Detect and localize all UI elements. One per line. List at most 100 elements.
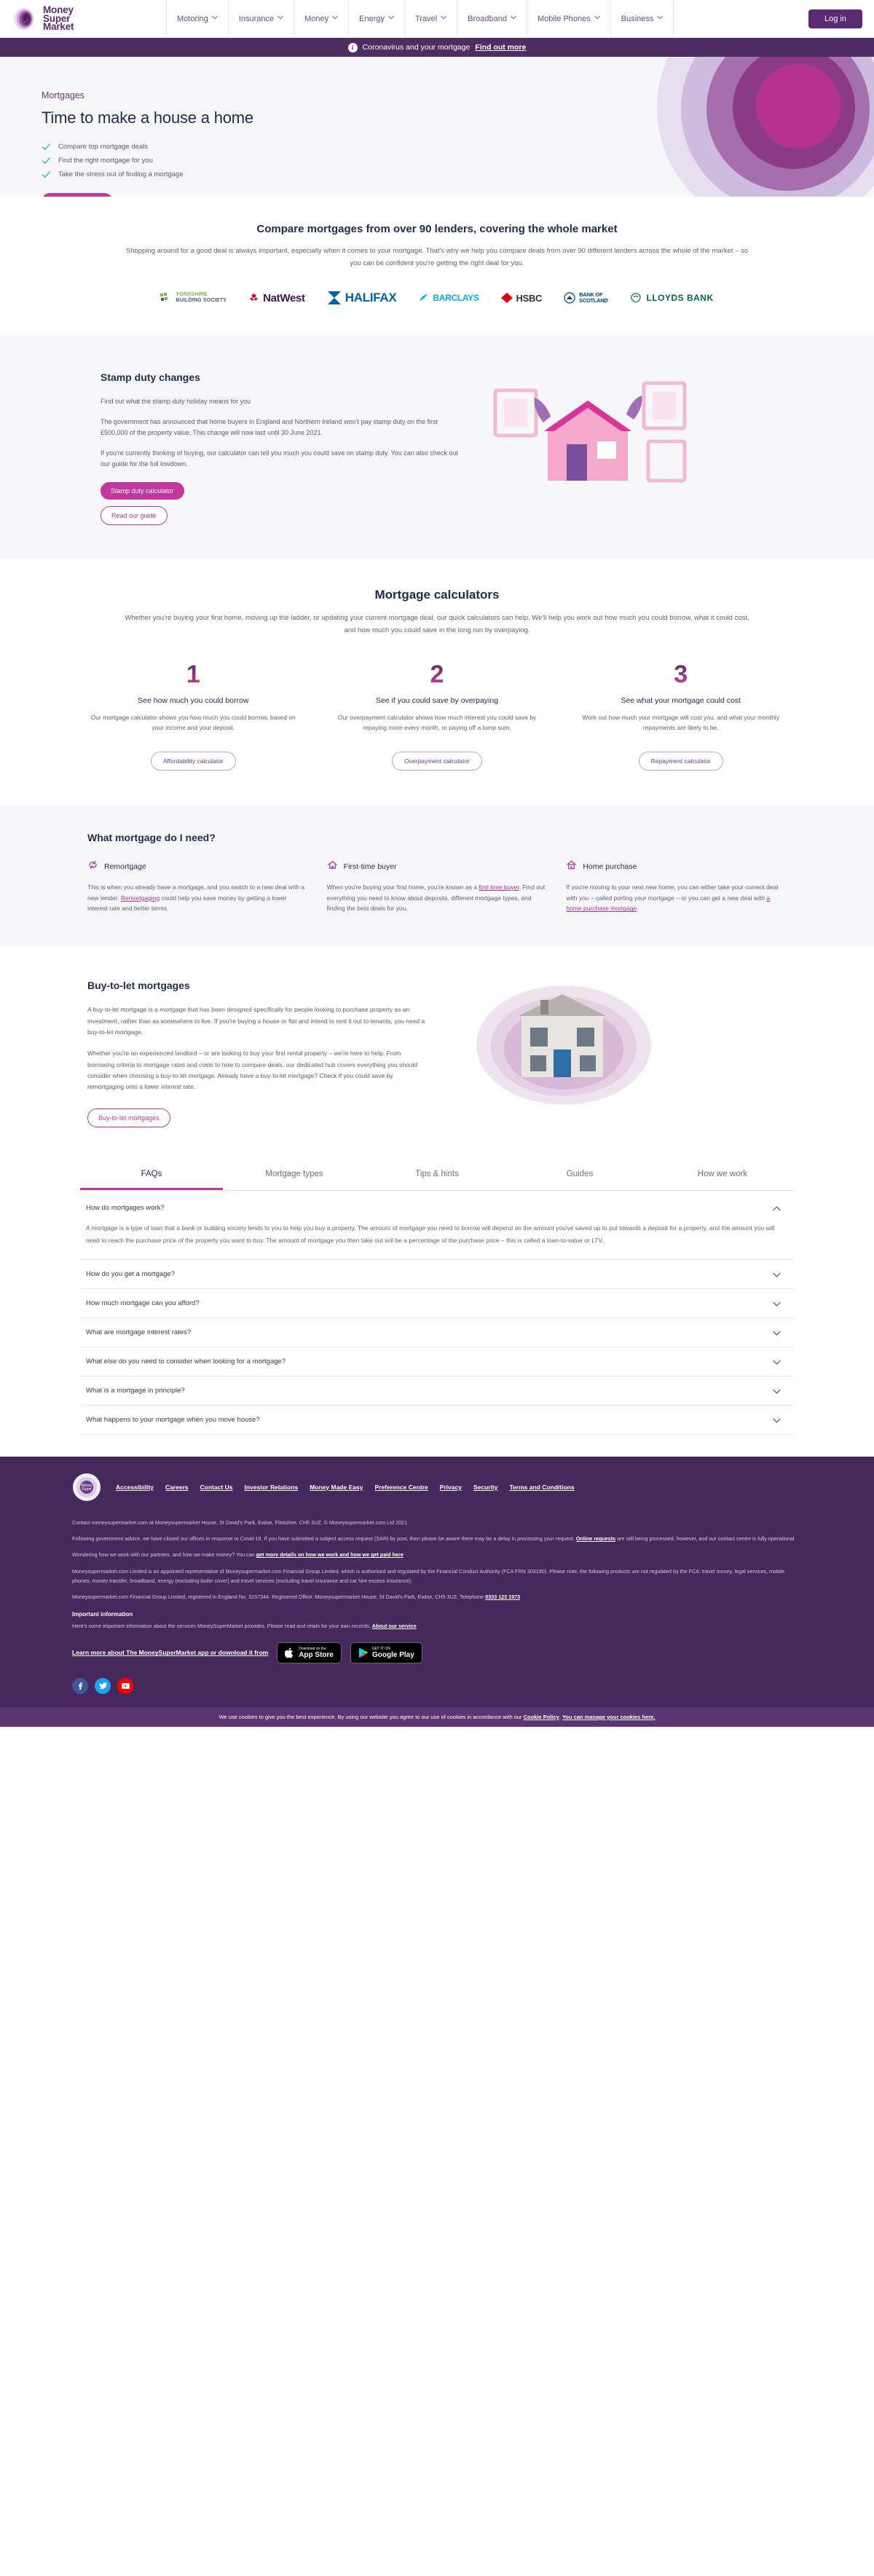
compare-section-body: Shopping around for a good deal is alway… <box>125 247 749 267</box>
faq-question[interactable]: How do mortgages work? <box>80 1194 794 1222</box>
app-learn-more-link[interactable]: Learn more about The MoneySuperMarket ap… <box>72 1649 268 1656</box>
nav-item-motoring[interactable]: Motoring <box>166 0 228 38</box>
coronavirus-find-out-more-link[interactable]: Find out more <box>475 43 526 52</box>
calculator-body: Our mortgage calculator shows you how mu… <box>90 713 296 732</box>
footer-link-contact-us[interactable]: Contact Us <box>200 1484 233 1491</box>
online-requests-link[interactable]: Online requests <box>576 1535 615 1542</box>
stamp-duty-calculator-button[interactable]: Stamp duty calculator <box>101 482 184 500</box>
manage-cookies-link[interactable]: You can manage your cookies here. <box>562 1714 655 1720</box>
calculator-heading: See how much you could borrow <box>138 696 249 705</box>
tab-mortgage-types[interactable]: Mortgage types <box>223 1159 366 1190</box>
about-our-service-link[interactable]: About our service <box>372 1623 417 1629</box>
nav-item-business[interactable]: Business <box>610 0 674 38</box>
nav-label: Insurance <box>238 14 275 23</box>
main-nav: Motoring Insurance Money Energy Travel B… <box>166 0 808 38</box>
site-logo[interactable]: Money Super Market <box>13 5 166 31</box>
mortgage-calculators-section: Mortgage calculators Whether you're buyi… <box>0 559 874 806</box>
chevron-down-icon <box>388 15 394 21</box>
nav-item-broadband[interactable]: Broadband <box>457 0 527 38</box>
nav-label: Motoring <box>177 14 208 23</box>
nav-item-energy[interactable]: Energy <box>348 0 404 38</box>
chevron-up-icon <box>773 1205 781 1211</box>
chevron-down-icon <box>773 1417 781 1423</box>
chevron-down-icon <box>332 15 338 21</box>
stamp-duty-paragraph: Find out what the stamp duty holiday mea… <box>101 398 251 406</box>
lender-logo-lloyds-bank: LLOYDS BANK <box>629 293 713 303</box>
chevron-down-icon <box>773 1388 781 1394</box>
youtube-icon[interactable] <box>117 1677 133 1694</box>
footer-link-money-made-easy[interactable]: Money Made Easy <box>310 1484 363 1491</box>
chevron-down-icon <box>773 1272 781 1277</box>
footer-link-preference-centre[interactable]: Preference Centre <box>374 1484 428 1491</box>
calculator-heading: See if you could save by overpaying <box>375 696 499 705</box>
faq-item: How much mortgage can you afford? <box>80 1289 794 1318</box>
nav-label: Mobile Phones <box>537 14 591 23</box>
nav-item-travel[interactable]: Travel <box>404 0 457 38</box>
faq-question-label: How do mortgages work? <box>86 1204 165 1213</box>
facebook-icon[interactable] <box>72 1677 88 1694</box>
footer-link-security[interactable]: Security <box>473 1484 498 1491</box>
how-we-work-link[interactable]: get more details on how we work and how … <box>256 1551 403 1558</box>
repayment-calculator-button[interactable]: Repayment calculator <box>638 751 723 771</box>
cookie-banner: We use cookies to give you the best expe… <box>0 1706 874 1727</box>
faq-item: What are mortgage interest rates? <box>80 1318 794 1347</box>
tab-tips-hints[interactable]: Tips & hints <box>366 1159 508 1190</box>
twitter-icon[interactable] <box>95 1677 111 1694</box>
faq-item: How do you get a mortgage? <box>80 1260 794 1289</box>
read-our-guide-button[interactable]: Read our guide <box>101 506 168 526</box>
faq-question[interactable]: How much mortgage can you afford? <box>80 1289 794 1317</box>
site-header: Money Super Market Motoring Insurance Mo… <box>0 0 874 38</box>
faq-question[interactable]: How do you get a mortgage? <box>80 1260 794 1288</box>
apple-icon <box>285 1647 294 1658</box>
overpayment-calculator-button[interactable]: Overpayment calculator <box>392 751 482 771</box>
faq-item: What else do you need to consider when l… <box>80 1347 794 1376</box>
faq-question[interactable]: What else do you need to consider when l… <box>80 1347 794 1376</box>
tab-faqs[interactable]: FAQs <box>80 1159 223 1191</box>
remortgage-icon <box>87 859 98 874</box>
first-time-buyer-icon <box>327 859 338 874</box>
remortgaging-link[interactable]: Remortgaging <box>121 894 160 902</box>
chevron-down-icon <box>441 15 446 21</box>
footer-link-privacy[interactable]: Privacy <box>440 1484 462 1491</box>
check-icon <box>42 142 51 151</box>
faq-question[interactable]: What are mortgage interest rates? <box>80 1318 794 1347</box>
lender-logo-barclays: BARCLAYS <box>418 293 479 303</box>
footer-phone-link[interactable]: 0333 123 1973 <box>485 1594 520 1600</box>
cookie-policy-link[interactable]: Cookie Policy <box>524 1714 559 1720</box>
faq-question[interactable]: What happens to your mortgage when you m… <box>80 1406 794 1434</box>
footer-link-accessibility[interactable]: Accessibility <box>116 1484 154 1491</box>
tab-guides[interactable]: Guides <box>508 1159 651 1190</box>
faq-question-label: What happens to your mortgage when you m… <box>86 1415 260 1424</box>
footer-link-careers[interactable]: Careers <box>165 1484 189 1491</box>
calculator-step-number: 2 <box>324 662 551 687</box>
google-play-badge[interactable]: GET IT ON Google Play <box>350 1642 422 1663</box>
nav-label: Energy <box>359 14 385 23</box>
hero-section: Mortgages Time to make a house a home Co… <box>0 57 874 197</box>
nav-item-mobile-phones[interactable]: Mobile Phones <box>526 0 610 38</box>
lender-logo-natwest: NatWest <box>248 292 305 304</box>
nav-item-money[interactable]: Money <box>294 0 348 38</box>
faq-item: What happens to your mortgage when you m… <box>80 1406 794 1435</box>
mortgage-type-body: This is when you already have a mortgage… <box>87 883 305 913</box>
faq-question[interactable]: What is a mortgage in principle? <box>80 1376 794 1405</box>
login-button[interactable]: Log in <box>808 9 862 28</box>
buy-to-let-mortgages-button[interactable]: Buy-to-let mortgages <box>87 1108 170 1128</box>
first-time-buyer-link[interactable]: first time buyer <box>479 883 519 891</box>
lender-logo-halifax: HALIFAX <box>327 290 397 306</box>
affordability-calculator-button[interactable]: Affordability calculator <box>150 751 236 771</box>
site-footer: Money Super Accessibility Careers Contac… <box>0 1456 874 1707</box>
chevron-down-icon <box>277 15 283 21</box>
footer-link-terms-and-conditions[interactable]: Terms and Conditions <box>509 1484 574 1491</box>
app-store-badge[interactable]: Download on the App Store <box>277 1642 342 1663</box>
footer-link-investor-relations[interactable]: Investor Relations <box>245 1484 299 1491</box>
nav-item-insurance[interactable]: Insurance <box>227 0 294 38</box>
faq-item: How do mortgages work? A mortgage is a t… <box>80 1194 794 1260</box>
hero-benefit-label: Take the stress out of finding a mortgag… <box>58 170 184 178</box>
hero-eyebrow: Mortgages <box>42 90 85 101</box>
calculator-card-2: 2 See if you could save by overpaying Ou… <box>324 662 551 771</box>
footer-social-links <box>72 1677 802 1694</box>
looking-to-buy-button[interactable]: I'm looking to buy <box>42 193 113 197</box>
tab-how-we-work[interactable]: How we work <box>651 1159 794 1190</box>
calculators-title: Mortgage calculators <box>374 588 500 602</box>
what-mortgage-section: What mortgage do I need? Remortgage This… <box>0 805 874 947</box>
